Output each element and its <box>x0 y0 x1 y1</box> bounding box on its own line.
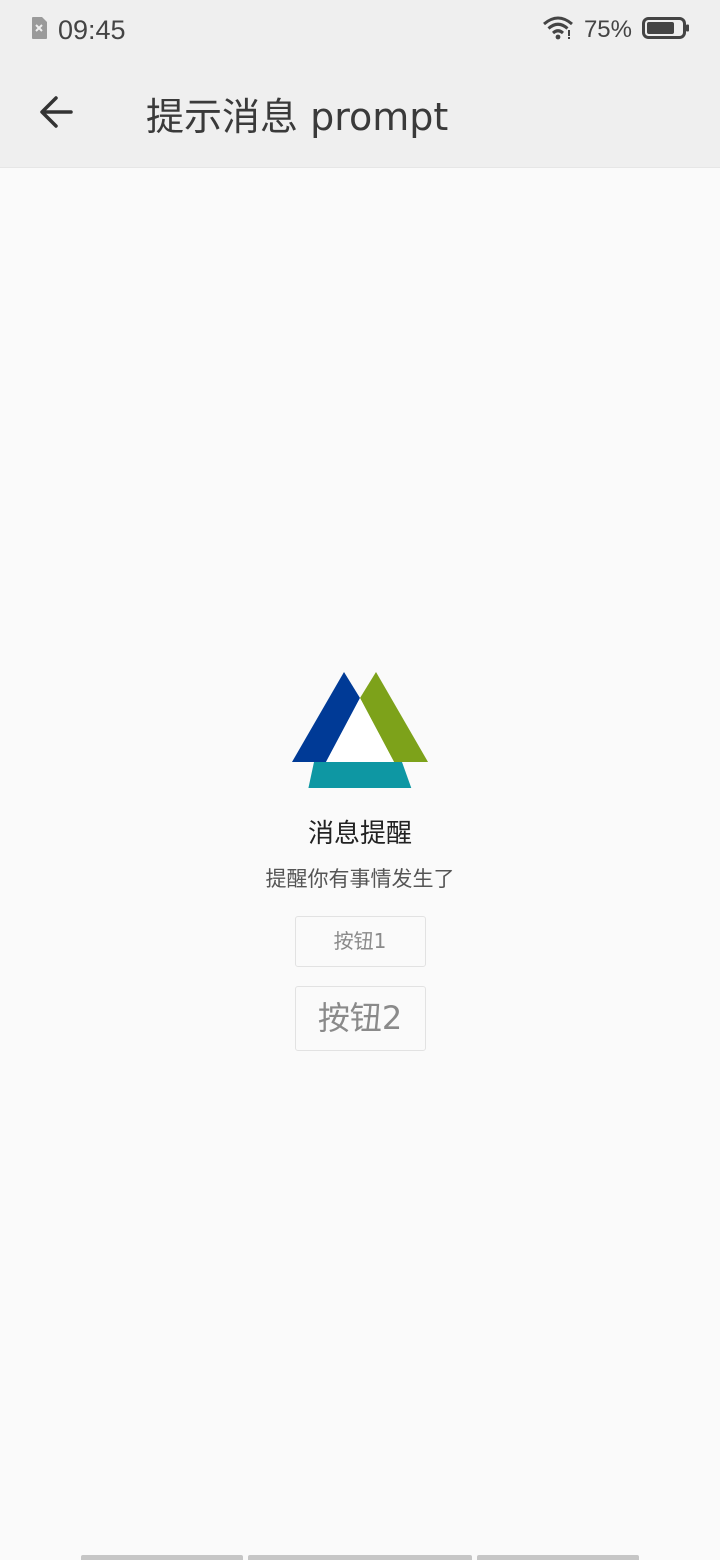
status-right: 75% <box>542 16 690 44</box>
status-left: 09:45 <box>30 15 126 46</box>
nav-hint-bar-left[interactable] <box>81 1555 243 1560</box>
arrow-left-icon <box>38 94 74 134</box>
prompt-title: 消息提醒 <box>307 819 412 849</box>
prompt-dialog: 消息提醒 提醒你有事情发生了 按钮1 按钮2 <box>0 668 720 1051</box>
prompt-message: 提醒你有事情发生了 <box>265 867 455 891</box>
content-area: 消息提醒 提醒你有事情发生了 按钮1 按钮2 <box>0 168 720 1560</box>
button-1[interactable]: 按钮1 <box>294 916 426 967</box>
status-bar: 09:45 75% <box>0 0 720 60</box>
tri-color-triangle-logo <box>290 668 430 790</box>
sim-error-icon <box>30 16 48 44</box>
button-2[interactable]: 按钮2 <box>294 986 426 1051</box>
battery-percent: 75% <box>583 16 632 43</box>
battery-icon <box>642 16 690 44</box>
wifi-icon <box>542 16 574 44</box>
bottom-nav-hint <box>0 1554 720 1560</box>
nav-hint-bar-right[interactable] <box>477 1555 639 1560</box>
page-title: 提示消息 prompt <box>146 95 449 139</box>
back-button[interactable] <box>28 86 84 142</box>
status-time: 09:45 <box>58 14 126 45</box>
app-bar: 提示消息 prompt <box>0 60 720 168</box>
nav-hint-bar-center[interactable] <box>248 1555 472 1560</box>
screen: 09:45 75% 提示消息 prompt 消息提醒 提醒你有事情发生了 按钮1… <box>0 0 720 1560</box>
